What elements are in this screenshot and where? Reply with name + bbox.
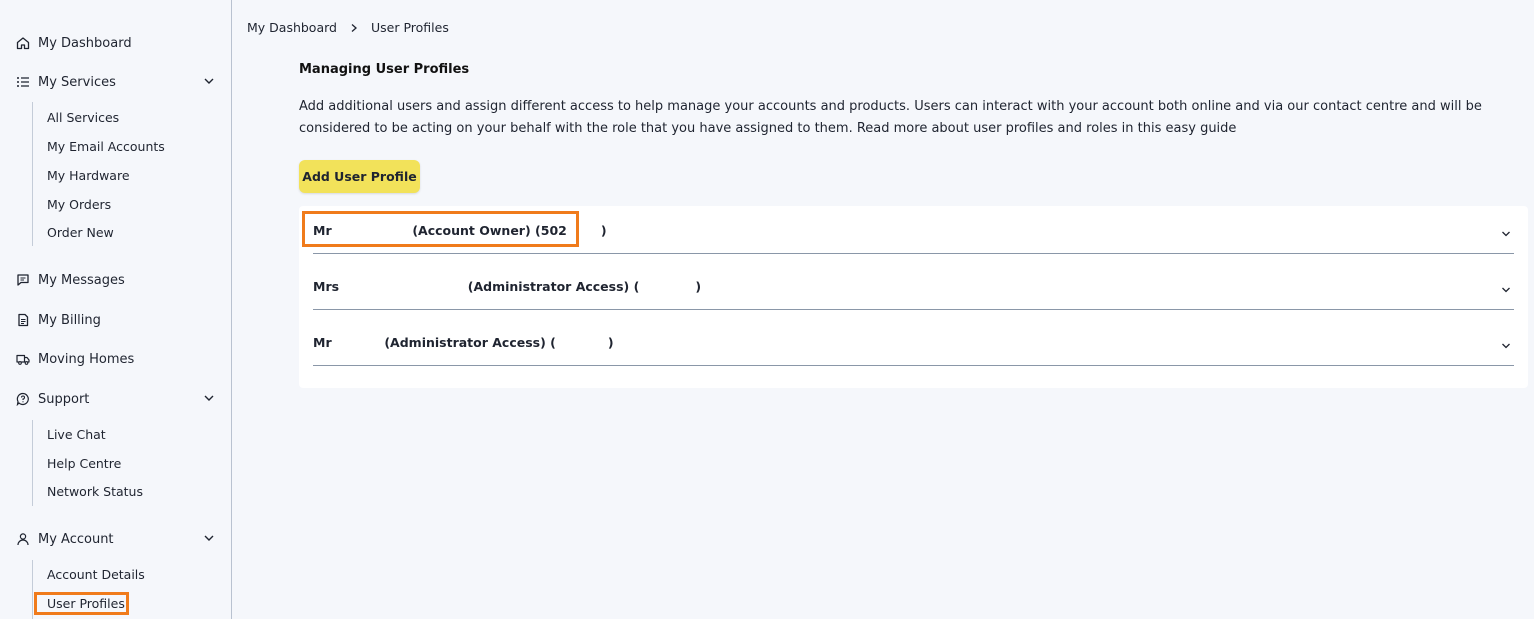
sidebar-item-dashboard[interactable]: My Dashboard bbox=[16, 32, 216, 54]
sidebar-item-support[interactable]: Support bbox=[16, 388, 216, 410]
chevron-down-icon[interactable] bbox=[1500, 225, 1512, 237]
redacted-name bbox=[343, 282, 464, 293]
chevron-right-icon bbox=[349, 23, 359, 33]
profile-row-admin-2[interactable]: Mr (Administrator Access) () bbox=[313, 318, 1514, 366]
sidebar-item-label: My Messages bbox=[38, 272, 125, 288]
sidebar-item-email-accounts[interactable]: My Email Accounts bbox=[47, 139, 165, 154]
sidebar-item-label: My Services bbox=[38, 74, 116, 90]
add-user-profile-button[interactable]: Add User Profile bbox=[299, 160, 420, 193]
help-bubble-icon bbox=[16, 392, 30, 406]
profile-role: (Administrator Access) ( bbox=[467, 279, 640, 294]
sidebar-item-messages[interactable]: My Messages bbox=[16, 269, 216, 291]
account-owner-highlight bbox=[302, 211, 579, 247]
profile-prefix: Mr bbox=[313, 335, 332, 350]
chevron-down-icon[interactable] bbox=[202, 74, 216, 88]
page-title: Managing User Profiles bbox=[299, 62, 470, 77]
profile-label: Mrs (Administrator Access) () bbox=[313, 279, 701, 294]
services-submenu: All Services My Email Accounts My Hardwa… bbox=[32, 102, 222, 246]
sidebar-item-order-new[interactable]: Order New bbox=[47, 225, 114, 240]
sidebar-item-account-details[interactable]: Account Details bbox=[47, 567, 145, 582]
profile-prefix: Mrs bbox=[313, 279, 340, 294]
sidebar-item-label: My Account bbox=[38, 531, 114, 547]
sidebar-item-billing[interactable]: My Billing bbox=[16, 309, 216, 331]
profile-suffix: ) bbox=[695, 279, 702, 294]
chevron-down-icon[interactable] bbox=[1500, 337, 1512, 349]
breadcrumb-current: User Profiles bbox=[370, 20, 449, 35]
sidebar-item-services[interactable]: My Services bbox=[16, 71, 216, 93]
list-icon bbox=[16, 75, 30, 89]
sidebar: My Dashboard My Services All Services My… bbox=[0, 0, 232, 619]
chevron-down-icon[interactable] bbox=[202, 531, 216, 545]
sidebar-item-label: Support bbox=[38, 391, 90, 407]
profile-role: (Administrator Access) ( bbox=[384, 335, 556, 350]
user-profiles-highlight bbox=[34, 592, 129, 615]
sidebar-item-label: My Dashboard bbox=[38, 35, 132, 51]
sidebar-item-network-status[interactable]: Network Status bbox=[47, 484, 143, 499]
sidebar-item-help-centre[interactable]: Help Centre bbox=[47, 456, 121, 471]
redacted-id bbox=[555, 338, 608, 349]
message-icon bbox=[16, 273, 30, 287]
sidebar-item-orders[interactable]: My Orders bbox=[47, 197, 111, 212]
profile-suffix: ) bbox=[607, 335, 614, 350]
home-icon bbox=[16, 36, 30, 50]
sidebar-item-hardware[interactable]: My Hardware bbox=[47, 168, 130, 183]
chevron-down-icon[interactable] bbox=[1500, 281, 1512, 293]
sidebar-item-moving-homes[interactable]: Moving Homes bbox=[16, 348, 216, 370]
profile-label: Mr (Administrator Access) () bbox=[313, 335, 614, 350]
sidebar-item-live-chat[interactable]: Live Chat bbox=[47, 427, 106, 442]
sidebar-item-all-services[interactable]: All Services bbox=[47, 110, 119, 125]
breadcrumb-root[interactable]: My Dashboard bbox=[247, 20, 337, 35]
profile-row-admin-1[interactable]: Mrs (Administrator Access) () bbox=[313, 262, 1514, 310]
profile-suffix: ) bbox=[600, 223, 607, 238]
support-submenu: Live Chat Help Centre Network Status bbox=[32, 420, 222, 506]
user-icon bbox=[16, 532, 30, 546]
sidebar-item-label: My Billing bbox=[38, 312, 101, 328]
sidebar-item-label: Moving Homes bbox=[38, 351, 135, 367]
page-description: Add additional users and assign differen… bbox=[299, 99, 1482, 136]
breadcrumb: My Dashboard User Profiles bbox=[247, 20, 449, 35]
page: My Dashboard My Services All Services My… bbox=[0, 0, 1534, 619]
truck-icon bbox=[16, 352, 30, 366]
sidebar-item-account[interactable]: My Account bbox=[16, 528, 216, 550]
redacted-id bbox=[639, 282, 696, 293]
redacted-name bbox=[335, 338, 380, 349]
chevron-down-icon[interactable] bbox=[202, 391, 216, 405]
document-icon bbox=[16, 313, 30, 327]
